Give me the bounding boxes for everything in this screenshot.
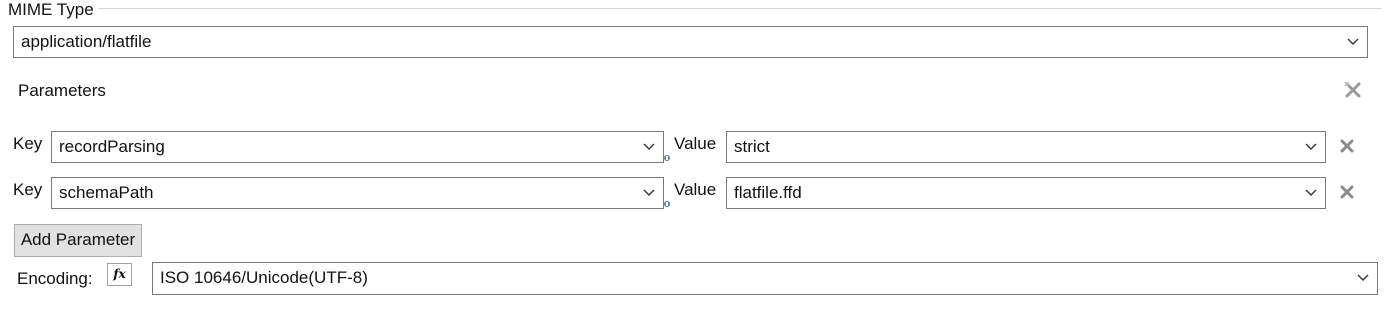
remove-parameter-icon[interactable] [1340,139,1354,153]
remove-all-icon[interactable] [1344,81,1362,99]
add-parameter-button[interactable]: Add Parameter [14,224,142,257]
chevron-down-icon [1305,189,1317,196]
param-key-select[interactable]: schemaPath [51,177,664,209]
param-value-select[interactable]: strict [726,131,1326,163]
encoding-select[interactable]: ISO 10646/Unicode(UTF-8) [152,262,1378,295]
group-border [98,8,1382,9]
param-key-label: Key [13,134,43,153]
param-value-label: Value [674,134,717,153]
param-value-value: flatfile.ffd [734,183,802,202]
chevron-down-icon [643,189,655,196]
param-value-select[interactable]: flatfile.ffd [726,177,1326,209]
encoding-label: Encoding: [17,269,93,288]
info-icon [664,201,670,207]
chevron-down-icon [1347,38,1359,45]
param-key-select[interactable]: recordParsing [51,131,664,163]
remove-parameter-icon[interactable] [1340,185,1354,199]
param-key-value: schemaPath [59,183,154,202]
chevron-down-icon [1357,274,1369,281]
parameters-title: Parameters [18,81,106,100]
param-key-value: recordParsing [59,137,165,156]
group-legend: MIME Type [8,0,94,19]
param-value-value: strict [734,137,770,156]
param-value-label: Value [674,180,717,199]
encoding-value: ISO 10646/Unicode(UTF-8) [160,268,368,287]
mime-type-value: application/flatfile [21,32,152,51]
info-icon [664,155,670,161]
chevron-down-icon [1305,143,1317,150]
function-icon[interactable]: fx [107,263,132,286]
chevron-down-icon [643,143,655,150]
mime-type-select[interactable]: application/flatfile [13,26,1368,58]
param-key-label: Key [13,180,43,199]
